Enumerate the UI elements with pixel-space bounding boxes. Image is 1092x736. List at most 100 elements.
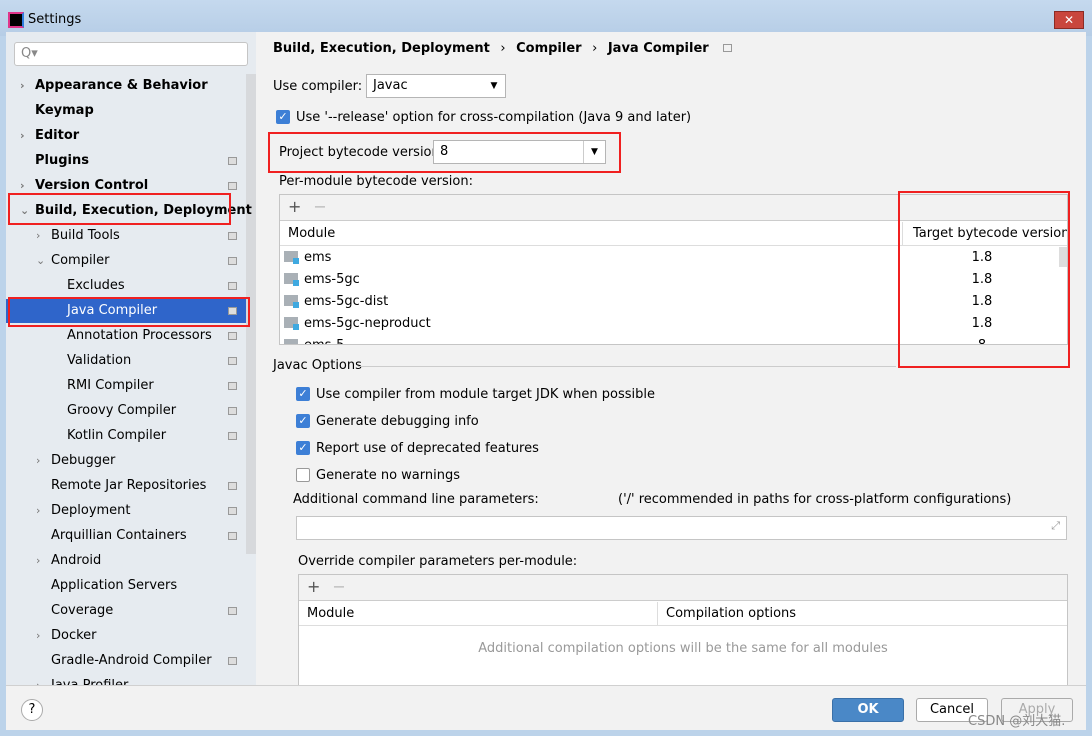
sidebar-item[interactable]: Gradle-Android Compiler <box>6 649 246 673</box>
settings-dialog: Q▾ › Appearance & Behavior Keymap › Editor Pl… <box>6 32 1086 730</box>
sidebar-item-label: Validation <box>67 353 132 368</box>
breadcrumb-item[interactable]: Compiler <box>516 41 581 56</box>
breadcrumb-item[interactable]: Build, Execution, Deployment <box>273 41 490 56</box>
project-scope-icon <box>228 407 237 415</box>
button-bar: ? OK Cancel Apply CSDN @刘大猫. <box>6 685 1086 730</box>
sidebar-item[interactable]: Excludes <box>6 274 246 298</box>
sidebar-item[interactable]: Annotation Processors <box>6 324 246 348</box>
override-label: Override compiler parameters per-module: <box>298 554 578 569</box>
add-button[interactable]: + <box>288 197 301 216</box>
table-header: Module Compilation options <box>299 602 1067 626</box>
sidebar-item[interactable]: Application Servers <box>6 574 246 598</box>
option-checkbox[interactable] <box>296 468 310 482</box>
sidebar-item-label: RMI Compiler <box>67 378 154 393</box>
sidebar-item[interactable]: › Debugger <box>6 449 246 473</box>
help-button[interactable]: ? <box>21 699 43 721</box>
sidebar-item[interactable]: › Android <box>6 549 246 573</box>
expand-arrow-icon[interactable]: › <box>36 674 48 685</box>
sidebar-item[interactable]: › Appearance & Behavior <box>6 74 246 98</box>
sidebar-item[interactable]: Validation <box>6 349 246 373</box>
sidebar-item[interactable]: Arquillian Containers <box>6 524 246 548</box>
option-checkbox[interactable]: ✓ <box>296 387 310 401</box>
option-checkbox[interactable]: ✓ <box>296 441 310 455</box>
sidebar-item[interactable]: › Editor <box>6 124 246 148</box>
option-label: Use compiler from module target JDK when… <box>316 387 655 402</box>
additional-params-hint: ('/' recommended in paths for cross-plat… <box>618 492 1012 507</box>
sidebar-item-label: Remote Jar Repositories <box>51 478 207 493</box>
chevron-down-icon: ▼ <box>490 81 498 91</box>
sidebar-item-label: Compiler <box>51 253 110 268</box>
chevron-down-icon: ▼ <box>583 141 605 163</box>
sidebar-item[interactable]: Groovy Compiler <box>6 399 246 423</box>
javac-options-title: Javac Options <box>273 358 362 373</box>
column-module[interactable]: Module <box>288 222 335 246</box>
sidebar-item[interactable]: › Deployment <box>6 499 246 523</box>
sidebar-item[interactable]: Plugins <box>6 149 246 173</box>
release-checkbox[interactable]: ✓ <box>276 110 290 124</box>
use-compiler-select[interactable]: Javac ▼ <box>366 74 506 98</box>
expand-arrow-icon[interactable]: › <box>36 499 48 523</box>
sidebar-item-label: Java Profiler <box>51 674 128 685</box>
column-options[interactable]: Compilation options <box>657 602 796 626</box>
option-checkbox[interactable]: ✓ <box>296 414 310 428</box>
project-scope-icon <box>228 332 237 340</box>
project-scope-icon <box>228 657 237 665</box>
expand-arrow-icon[interactable]: › <box>36 224 48 248</box>
project-scope-icon <box>228 282 237 290</box>
option-label: Generate no warnings <box>316 468 461 483</box>
module-folder-icon <box>284 339 298 344</box>
close-button[interactable]: ✕ <box>1054 11 1084 29</box>
title-bar: Settings ✕ <box>0 0 1092 36</box>
sidebar-item[interactable]: ›Java Profiler <box>6 674 246 685</box>
module-name: ems-5gc-neproduct <box>304 316 431 331</box>
additional-params-input[interactable]: ⤢ <box>296 516 1067 540</box>
main-panel: Build, Execution, Deployment › Compiler … <box>256 32 1086 694</box>
sidebar-item[interactable]: RMI Compiler <box>6 374 246 398</box>
sidebar-item[interactable]: › Docker <box>6 624 246 648</box>
module-name: ems-5gc-dist <box>304 294 389 309</box>
project-scope-icon <box>228 432 237 440</box>
expand-arrow-icon[interactable]: › <box>20 124 32 148</box>
ok-button[interactable]: OK <box>832 698 904 722</box>
project-bytecode-label: Project bytecode version: <box>279 145 445 160</box>
sidebar-item-label: Excludes <box>67 278 125 293</box>
sidebar-item[interactable]: Coverage <box>6 599 246 623</box>
project-scope-icon <box>228 507 237 515</box>
sidebar: Q▾ › Appearance & Behavior Keymap › Editor Pl… <box>6 32 256 685</box>
sidebar-item[interactable]: Kotlin Compiler <box>6 424 246 448</box>
sidebar-item-label: Gradle-Android Compiler <box>51 653 212 668</box>
project-bytecode-select[interactable]: 8 ▼ <box>433 140 606 164</box>
column-module[interactable]: Module <box>307 602 354 626</box>
project-scope-icon <box>228 232 237 240</box>
add-button[interactable]: + <box>307 577 320 596</box>
additional-params-label: Additional command line parameters: <box>293 492 539 507</box>
divider <box>358 366 896 367</box>
sidebar-item-label: Docker <box>51 628 97 643</box>
module-folder-icon <box>284 317 299 330</box>
sidebar-item[interactable]: ⌄ Compiler <box>6 249 246 273</box>
project-scope-icon <box>723 44 733 52</box>
expand-arrow-icon[interactable]: › <box>36 549 48 573</box>
expand-arrow-icon[interactable]: › <box>36 624 48 648</box>
sidebar-item-label: Arquillian Containers <box>51 528 187 543</box>
module-folder-icon <box>284 251 299 264</box>
sidebar-item-label: Kotlin Compiler <box>67 428 167 443</box>
expand-arrow-icon[interactable]: › <box>20 74 32 98</box>
search-input[interactable]: Q▾ <box>14 42 248 66</box>
highlight-box <box>8 193 231 225</box>
sidebar-item[interactable]: › Build Tools <box>6 224 246 248</box>
module-folder-icon <box>284 295 299 308</box>
expand-arrow-icon[interactable]: › <box>36 449 48 473</box>
remove-button: − <box>332 577 346 596</box>
project-scope-icon <box>228 357 237 365</box>
sidebar-item-label: Android <box>51 553 102 568</box>
expand-icon[interactable]: ⤢ <box>1051 519 1060 533</box>
override-table: + − Module Compilation options Additional… <box>298 574 1068 694</box>
watermark: CSDN @刘大猫. <box>968 714 1066 729</box>
expand-arrow-icon[interactable]: ⌄ <box>36 249 48 273</box>
sidebar-item[interactable]: Remote Jar Repositories <box>6 474 246 498</box>
sidebar-item-label: Annotation Processors <box>67 328 212 343</box>
breadcrumb-sep: › <box>592 41 598 56</box>
sidebar-item-label: Coverage <box>51 603 114 618</box>
sidebar-item[interactable]: Keymap <box>6 99 246 123</box>
